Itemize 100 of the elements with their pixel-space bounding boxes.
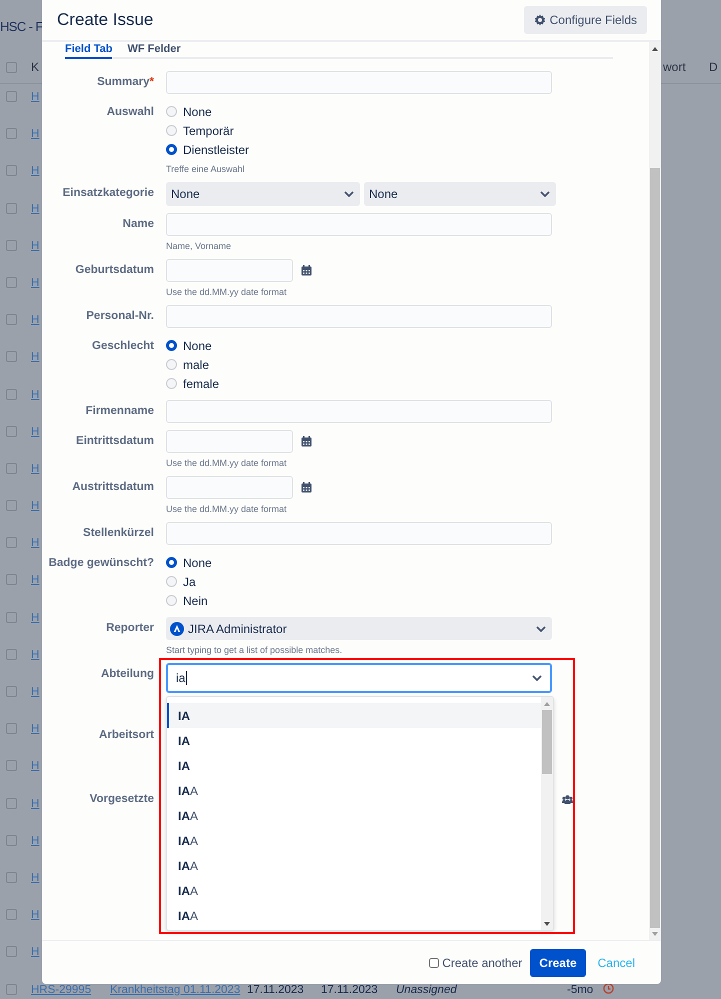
tab[interactable]: Field Tab — [65, 42, 112, 59]
configure-fields-button[interactable]: Configure Fields — [524, 6, 647, 34]
row-checkbox[interactable] — [6, 946, 17, 958]
date-field[interactable] — [166, 476, 293, 499]
radio-option[interactable]: None — [166, 102, 212, 121]
dialog-title: Create Issue — [57, 9, 154, 32]
chevron-down-icon — [532, 675, 542, 681]
suggestion-item[interactable]: IA — [167, 753, 541, 778]
scroll-down-icon — [543, 921, 551, 927]
date-field[interactable] — [166, 430, 293, 453]
help-text: Treffe eine Auswahl — [166, 164, 246, 175]
field-label: Badge gewünscht? — [48, 556, 155, 571]
scrollbar-thumb[interactable] — [650, 168, 660, 928]
row-checkbox[interactable] — [6, 276, 17, 288]
help-text: Use the dd.MM.yy date format — [166, 504, 288, 515]
calendar-icon[interactable] — [301, 482, 312, 493]
row-checkbox[interactable] — [6, 574, 17, 586]
chevron-down-icon — [540, 191, 550, 197]
row-checkbox[interactable] — [6, 909, 17, 920]
clock-icon — [603, 982, 614, 994]
row-checkbox[interactable] — [6, 426, 17, 437]
table-cell-text: Unassigned — [396, 982, 458, 996]
radio-option[interactable]: None — [166, 336, 212, 355]
select-dropdown[interactable]: None — [364, 182, 556, 206]
field-label: Geschlecht — [91, 339, 155, 354]
row-checkbox[interactable] — [6, 648, 17, 660]
row-checkbox[interactable] — [6, 760, 17, 772]
suggestion-item[interactable]: IAA — [167, 903, 541, 928]
row-checkbox[interactable] — [6, 612, 17, 623]
autocomplete-field[interactable]: ia — [166, 663, 552, 693]
create-button[interactable]: Create — [530, 948, 586, 976]
row-checkbox[interactable] — [6, 462, 17, 474]
suggestion-item[interactable]: IAA — [167, 778, 541, 803]
create-another-checkbox[interactable] — [429, 958, 440, 968]
row-checkbox[interactable] — [6, 686, 17, 697]
suggestion-item[interactable]: IA — [167, 728, 541, 753]
calendar-icon[interactable] — [301, 265, 312, 276]
row-checkbox[interactable] — [6, 500, 17, 512]
row-checkbox[interactable] — [6, 240, 17, 251]
table-cell-text: 17.11.2023 — [247, 982, 305, 996]
radio-option[interactable]: Dienstleister — [166, 140, 250, 159]
field-label: Name — [122, 217, 155, 232]
row-checkbox[interactable] — [6, 351, 17, 362]
date-field[interactable] — [166, 259, 293, 282]
column-header: D — [709, 58, 718, 76]
row-checkbox[interactable] — [6, 984, 17, 994]
gear-icon — [534, 14, 546, 26]
scroll-up-icon — [543, 701, 551, 707]
scrollbar[interactable] — [541, 697, 553, 930]
text-field[interactable] — [166, 305, 552, 328]
row-checkbox[interactable] — [6, 314, 17, 326]
text-field[interactable] — [166, 522, 552, 545]
help-text: Use the dd.MM.yy date format — [166, 458, 288, 469]
field-label: Einsatzkategorie — [62, 186, 155, 201]
field-label: Geburtsdatum — [74, 263, 155, 278]
column-header: K — [31, 58, 40, 76]
field-label: Eintrittsdatum — [75, 434, 155, 449]
row-checkbox[interactable] — [6, 388, 17, 400]
select-dropdown[interactable]: None — [166, 182, 360, 206]
text-field[interactable] — [166, 400, 552, 423]
scrollbar[interactable] — [649, 42, 661, 940]
radio-option[interactable]: Nein — [166, 591, 208, 610]
suggestion-item[interactable]: IAA — [167, 803, 541, 828]
radio-option[interactable]: None — [166, 553, 212, 572]
field-label: Stellenkürzel — [82, 526, 155, 541]
user-picker[interactable]: JIRA Administrator — [166, 617, 552, 640]
field-label: Arbeitsort — [98, 728, 155, 743]
suggestion-item[interactable]: IAA — [167, 853, 541, 878]
radio-option[interactable]: female — [166, 374, 220, 393]
help-text: Use the dd.MM.yy date format — [166, 287, 288, 298]
tab[interactable]: WF Felder — [127, 42, 181, 59]
row-checkbox[interactable] — [6, 91, 17, 102]
scrollbar-thumb[interactable] — [542, 710, 552, 774]
scroll-up-icon — [651, 46, 659, 52]
chevron-down-icon — [536, 626, 546, 632]
row-checkbox[interactable] — [6, 537, 17, 548]
suggestion-item[interactable]: IAA — [167, 828, 541, 853]
row-checkbox[interactable] — [6, 723, 17, 734]
row-checkbox[interactable] — [6, 798, 17, 809]
field-label: Auswahl — [106, 105, 155, 120]
row-checkbox[interactable] — [6, 128, 17, 140]
row-checkbox[interactable] — [6, 202, 17, 214]
radio-option[interactable]: Temporär — [166, 121, 234, 140]
suggestion-item[interactable]: IAA — [167, 878, 541, 903]
text-field[interactable] — [166, 71, 552, 94]
checkbox-label[interactable]: Create another — [442, 954, 522, 972]
row-checkbox[interactable] — [6, 165, 17, 176]
field-label: Reporter — [105, 621, 155, 636]
row-checkbox[interactable] — [6, 872, 17, 883]
calendar-icon[interactable] — [301, 436, 312, 447]
row-checkbox[interactable] — [6, 834, 17, 846]
suggestion-item[interactable]: IA — [167, 703, 541, 728]
people-icon[interactable] — [562, 795, 573, 804]
scroll-down-icon — [651, 931, 659, 937]
radio-option[interactable]: Ja — [166, 572, 196, 591]
text-field[interactable] — [166, 213, 552, 236]
select-all-checkbox[interactable] — [6, 62, 17, 72]
required-mark: * — [150, 76, 154, 88]
radio-option[interactable]: male — [166, 355, 210, 374]
field-label: Austrittsdatum — [71, 480, 155, 495]
